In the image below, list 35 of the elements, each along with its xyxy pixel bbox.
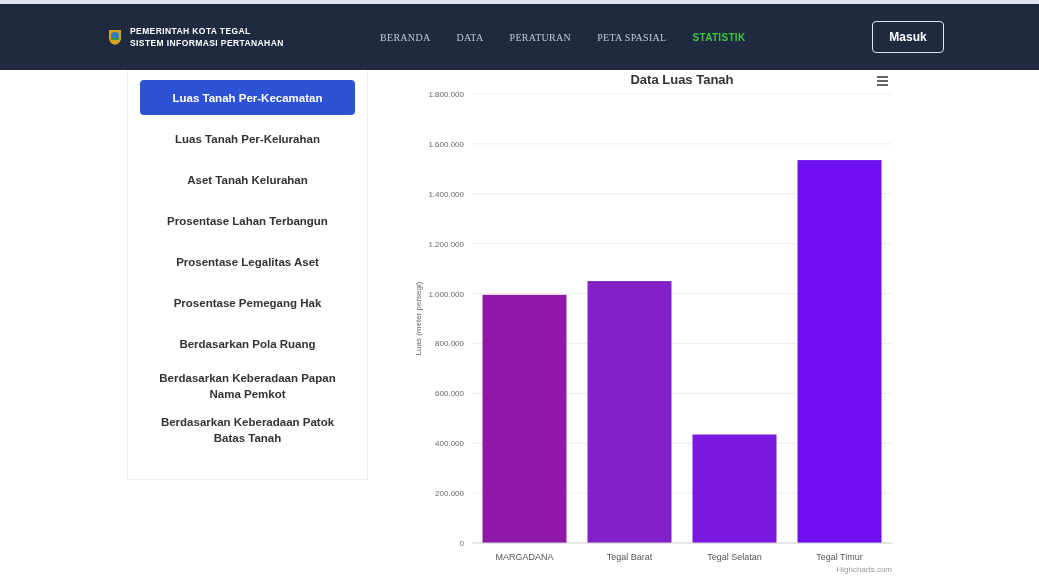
nav-link[interactable]: STATISTIK [692, 31, 746, 43]
axis-tick-label: 1.600.000 [428, 139, 464, 149]
sidebar-item[interactable]: Berdasarkan Keberadaan Papan Nama Pemkot [140, 367, 355, 405]
axis-title: Luas (meter persegi) [414, 281, 423, 356]
sidebar-item[interactable]: Prosentase Legalitas Aset [140, 244, 355, 279]
category-label: Tegal Selatan [707, 552, 762, 562]
sidebar-item[interactable]: Aset Tanah Kelurahan [140, 162, 355, 197]
chart-title: Data Luas Tanah [630, 72, 734, 87]
site-title: SISTEM INFORMASI PERTANAHAN [130, 38, 284, 48]
sidebar-item[interactable]: Luas Tanah Per-Kelurahan [140, 121, 355, 156]
nav-link[interactable]: DATA [456, 31, 484, 43]
sidebar-item[interactable]: Prosentase Pemegang Hak [140, 285, 355, 320]
city-emblem-icon [108, 29, 122, 45]
category-label: Tegal Timur [816, 552, 863, 562]
menu-icon[interactable] [877, 76, 888, 86]
site-title: PEMERINTAH KOTA TEGAL [130, 26, 252, 36]
nav-link[interactable]: PERATURAN [509, 31, 572, 43]
category-label: Tegal Barat [606, 552, 653, 562]
sidebar-item[interactable]: Berdasarkan Keberadaan Patok Batas Tanah [140, 411, 355, 449]
axis-tick-label: 0 [459, 539, 464, 548]
axis-tick-label: 600.000 [435, 389, 464, 399]
nav-link[interactable]: PETA SPASIAL [597, 31, 667, 43]
axis-tick-label: 1.000.000 [428, 289, 464, 299]
axis-tick-label: 1.800.000 [428, 90, 464, 99]
login-button[interactable]: Masuk [872, 21, 944, 53]
axis-tick-label: 400.000 [435, 439, 464, 449]
sidebar-item[interactable]: Berdasarkan Pola Ruang [140, 326, 355, 361]
category-label: MARGADANA [495, 552, 554, 562]
axis-tick-label: 1.400.000 [428, 189, 464, 199]
axis-tick-label: 800.000 [435, 339, 464, 349]
axis-tick-label: 1.200.000 [428, 239, 464, 249]
axis-tick-label: 200.000 [435, 489, 464, 499]
nav-link[interactable]: BERANDA [380, 31, 431, 43]
sidebar-item[interactable]: Prosentase Lahan Terbangun [140, 203, 355, 238]
sidebar-item[interactable]: Luas Tanah Per-Kecamatan [140, 80, 355, 115]
